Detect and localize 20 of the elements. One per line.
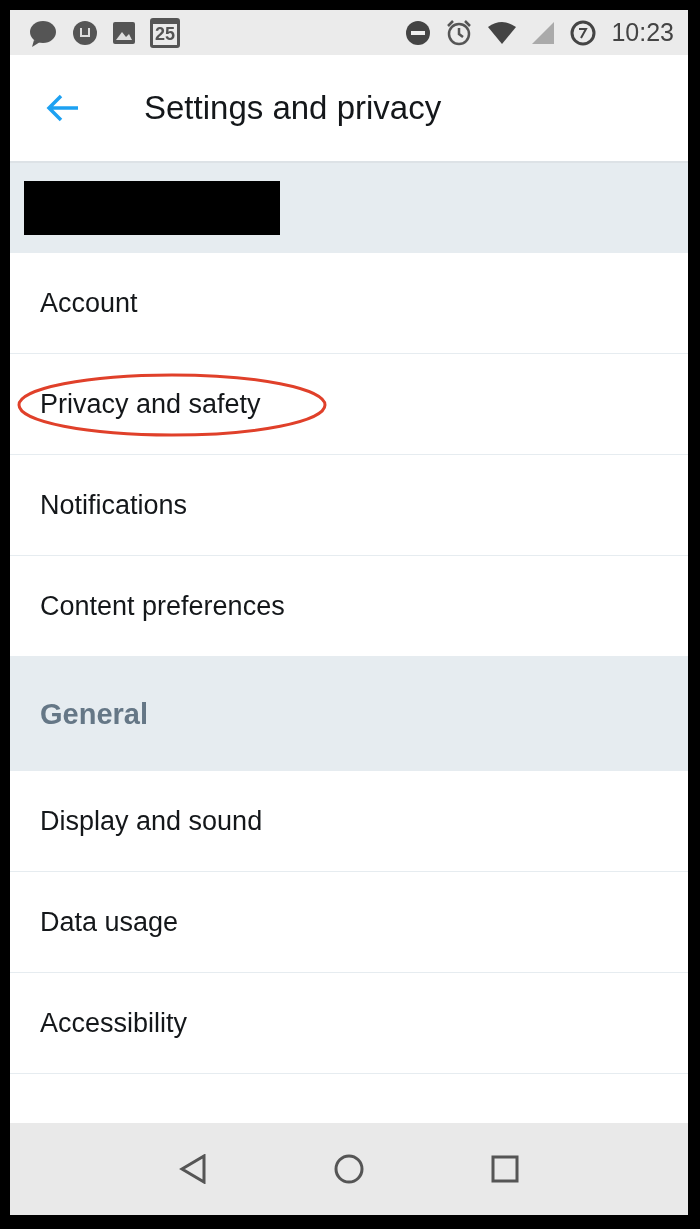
calendar-icon: 25 — [150, 17, 180, 48]
back-triangle-icon[interactable] — [179, 1154, 207, 1184]
settings-item[interactable]: Data usage — [10, 872, 688, 973]
signal-icon — [531, 20, 556, 45]
battery-saver-icon — [569, 18, 598, 47]
back-arrow-icon[interactable] — [46, 94, 80, 122]
app-circle-icon — [72, 19, 98, 46]
clock-time: 10:23 — [611, 18, 674, 47]
do-not-disturb-icon — [405, 19, 432, 46]
settings-item[interactable]: Account — [10, 253, 688, 354]
recents-square-icon[interactable] — [491, 1155, 519, 1183]
home-circle-icon[interactable] — [333, 1153, 365, 1185]
page-title: Settings and privacy — [144, 89, 442, 127]
wifi-icon — [487, 20, 518, 45]
settings-item[interactable]: Accessibility — [10, 973, 688, 1074]
image-icon — [112, 20, 136, 45]
settings-item[interactable]: Notifications — [10, 455, 688, 556]
section-title: General — [40, 697, 148, 731]
settings-item[interactable]: Display and sound — [10, 771, 688, 872]
settings-item[interactable]: Privacy and safety — [10, 354, 688, 455]
